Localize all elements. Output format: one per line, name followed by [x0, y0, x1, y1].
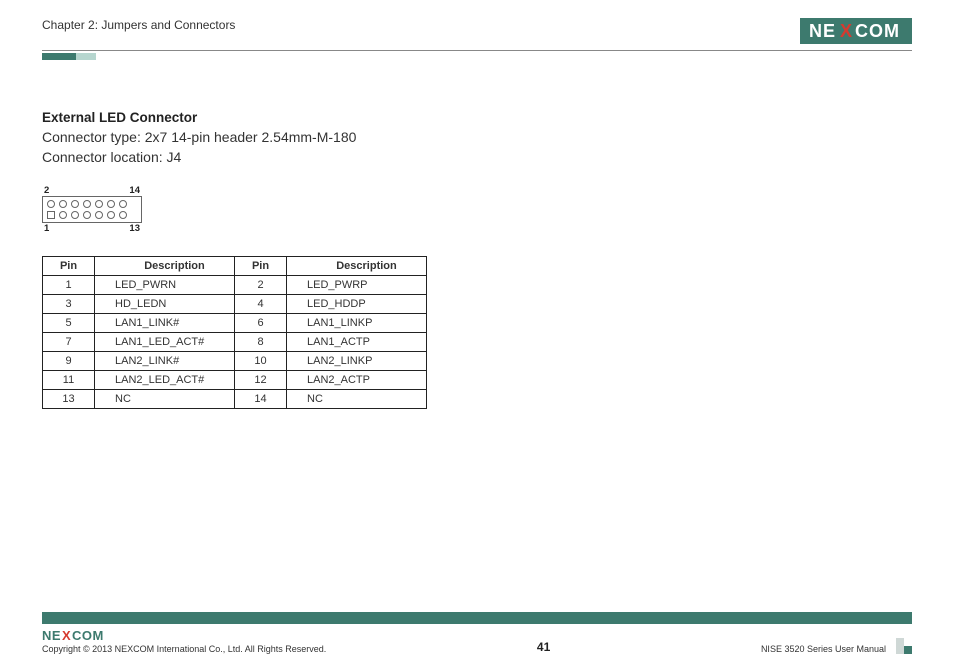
table-row: 5LAN1_LINK#6LAN1_LINKP: [43, 314, 427, 333]
desc-cell: LAN1_LED_ACT#: [95, 333, 235, 352]
desc-cell: HD_LEDN: [95, 295, 235, 314]
table-row: 13NC14NC: [43, 390, 427, 409]
table-row: 1LED_PWRN2LED_PWRP: [43, 276, 427, 295]
desc-cell: LED_PWRN: [95, 276, 235, 295]
svg-text:COM: COM: [72, 628, 104, 642]
connector-location-label: Connector location:: [42, 149, 163, 165]
connector-type-label: Connector type:: [42, 129, 141, 145]
desc-cell: NC: [287, 390, 427, 409]
pin-table-header-pin-a: Pin: [43, 257, 95, 276]
brand-logo-top: NE X COM: [800, 18, 912, 44]
diagram-row-odd: [47, 211, 137, 219]
footer: NE X COM Copyright © 2013 NEXCOM Interna…: [42, 612, 912, 654]
footer-bar: [42, 612, 912, 624]
pin-cell: 12: [235, 371, 287, 390]
pin-table-header-desc-a: Description: [95, 257, 235, 276]
svg-text:X: X: [62, 628, 71, 642]
pin-cell: 10: [235, 352, 287, 371]
footer-tile-icon: [896, 638, 912, 654]
diagram-label-bottom-left: 1: [44, 223, 49, 234]
pin-table-header-pin-b: Pin: [235, 257, 287, 276]
header-divider: [42, 50, 912, 51]
pin-table: Pin Description Pin Description 1LED_PWR…: [42, 256, 427, 409]
manual-name: NISE 3520 Series User Manual: [761, 644, 886, 654]
table-row: 9LAN2_LINK#10LAN2_LINKP: [43, 352, 427, 371]
pin-table-header-row: Pin Description Pin Description: [43, 257, 427, 276]
connector-type-line: Connector type: 2x7 14-pin header 2.54mm…: [42, 129, 912, 145]
svg-text:NE: NE: [809, 21, 836, 41]
pin-cell: 11: [43, 371, 95, 390]
svg-text:COM: COM: [855, 21, 900, 41]
desc-cell: LAN2_LED_ACT#: [95, 371, 235, 390]
pin-cell: 7: [43, 333, 95, 352]
desc-cell: LAN1_ACTP: [287, 333, 427, 352]
chapter-title: Chapter 2: Jumpers and Connectors: [42, 18, 235, 32]
pin-cell: 8: [235, 333, 287, 352]
pin-cell: 6: [235, 314, 287, 333]
pin-cell: 2: [235, 276, 287, 295]
diagram-label-bottom-right: 13: [129, 223, 140, 234]
pin-header-diagram: 2 14 1 13: [42, 185, 142, 234]
table-row: 3HD_LEDN4LED_HDDP: [43, 295, 427, 314]
pin-cell: 1: [43, 276, 95, 295]
section-title: External LED Connector: [42, 110, 912, 125]
connector-location-value: J4: [167, 149, 182, 165]
diagram-row-even: [47, 200, 137, 208]
pin-cell: 5: [43, 314, 95, 333]
svg-text:X: X: [840, 21, 852, 41]
pin-table-header-desc-b: Description: [287, 257, 427, 276]
svg-text:NE: NE: [42, 628, 61, 642]
desc-cell: LAN2_LINK#: [95, 352, 235, 371]
pin-cell: 9: [43, 352, 95, 371]
pin-cell: 13: [43, 390, 95, 409]
pin-cell: 14: [235, 390, 287, 409]
pin-cell: 4: [235, 295, 287, 314]
desc-cell: LED_PWRP: [287, 276, 427, 295]
pin-cell: 3: [43, 295, 95, 314]
brand-logo-bottom: NE X COM: [42, 628, 326, 642]
diagram-label-top-right: 14: [129, 185, 140, 196]
desc-cell: LAN2_LINKP: [287, 352, 427, 371]
accent-bars: [42, 53, 912, 60]
copyright-text: Copyright © 2013 NEXCOM International Co…: [42, 644, 326, 654]
table-row: 11LAN2_LED_ACT#12LAN2_ACTP: [43, 371, 427, 390]
desc-cell: NC: [95, 390, 235, 409]
connector-type-value: 2x7 14-pin header 2.54mm-M-180: [145, 129, 357, 145]
connector-location-line: Connector location: J4: [42, 149, 912, 165]
diagram-label-top-left: 2: [44, 185, 49, 196]
table-row: 7LAN1_LED_ACT#8LAN1_ACTP: [43, 333, 427, 352]
desc-cell: LAN1_LINK#: [95, 314, 235, 333]
desc-cell: LED_HDDP: [287, 295, 427, 314]
desc-cell: LAN1_LINKP: [287, 314, 427, 333]
page-number: 41: [537, 640, 550, 654]
desc-cell: LAN2_ACTP: [287, 371, 427, 390]
